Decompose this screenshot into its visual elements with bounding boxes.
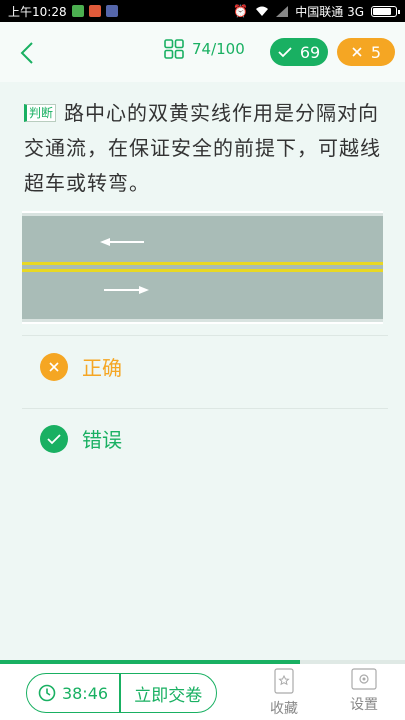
status-time: 上午10:28 — [8, 4, 67, 19]
notification-app-icon — [71, 5, 84, 17]
close-icon — [352, 47, 362, 57]
divider — [22, 335, 388, 336]
option-label: 错误 — [82, 428, 122, 452]
exam-header: 74/100 69 5 — [0, 22, 405, 82]
option-true[interactable]: 正确 — [40, 352, 122, 381]
progress-text: 74/100 — [192, 40, 245, 58]
chevron-left-icon — [20, 42, 33, 64]
wrong-count-badge[interactable]: 5 — [337, 38, 395, 66]
grid-icon — [164, 39, 184, 59]
question-type-tag: 判断 — [24, 104, 57, 122]
timer: 38:46 — [27, 684, 119, 703]
wrong-count: 5 — [370, 42, 382, 62]
question-text-block: 判断 路中心的双黄实线作用是分隔对向交通流，在保证安全的前提下，可越线超车或转弯。 — [24, 96, 384, 201]
check-icon — [278, 47, 292, 58]
correct-count: 69 — [299, 42, 321, 62]
divider — [22, 408, 388, 409]
back-button[interactable] — [12, 38, 42, 68]
question-counter[interactable]: 74/100 — [164, 39, 245, 59]
option-false[interactable]: 错误 — [40, 424, 122, 453]
submit-exam-button[interactable]: 立即交卷 — [121, 681, 217, 706]
favorite-button[interactable]: 收藏 — [259, 668, 309, 718]
timer-submit-group: 38:46 立即交卷 — [26, 673, 217, 713]
favorite-label: 收藏 — [270, 701, 298, 717]
gear-icon — [351, 668, 377, 690]
bottom-bar: 38:46 立即交卷 收藏 设置 — [0, 664, 405, 720]
settings-button[interactable]: 设置 — [339, 668, 389, 714]
signal-icon — [276, 5, 289, 17]
wifi-icon — [256, 6, 269, 16]
notification-app-icon — [88, 5, 101, 17]
road-illustration — [22, 211, 383, 324]
check-icon — [40, 424, 68, 453]
notification-app-icon — [105, 5, 118, 17]
timer-value: 38:46 — [61, 683, 109, 703]
correct-count-badge[interactable]: 69 — [270, 38, 328, 66]
carrier-label: 中国联通 3G — [295, 4, 364, 19]
alarm-icon: ⏰ — [233, 4, 249, 18]
settings-label: 设置 — [350, 697, 378, 713]
close-icon — [40, 352, 68, 381]
battery-icon — [371, 5, 400, 17]
clock-icon — [38, 684, 56, 702]
status-bar: 上午10:28 ⏰ 中国联通 3G — [0, 0, 405, 22]
option-label: 正确 — [82, 356, 122, 380]
star-icon — [274, 668, 294, 694]
question-text: 路中心的双黄实线作用是分隔对向交通流，在保证安全的前提下，可越线超车或转弯。 — [24, 101, 381, 195]
